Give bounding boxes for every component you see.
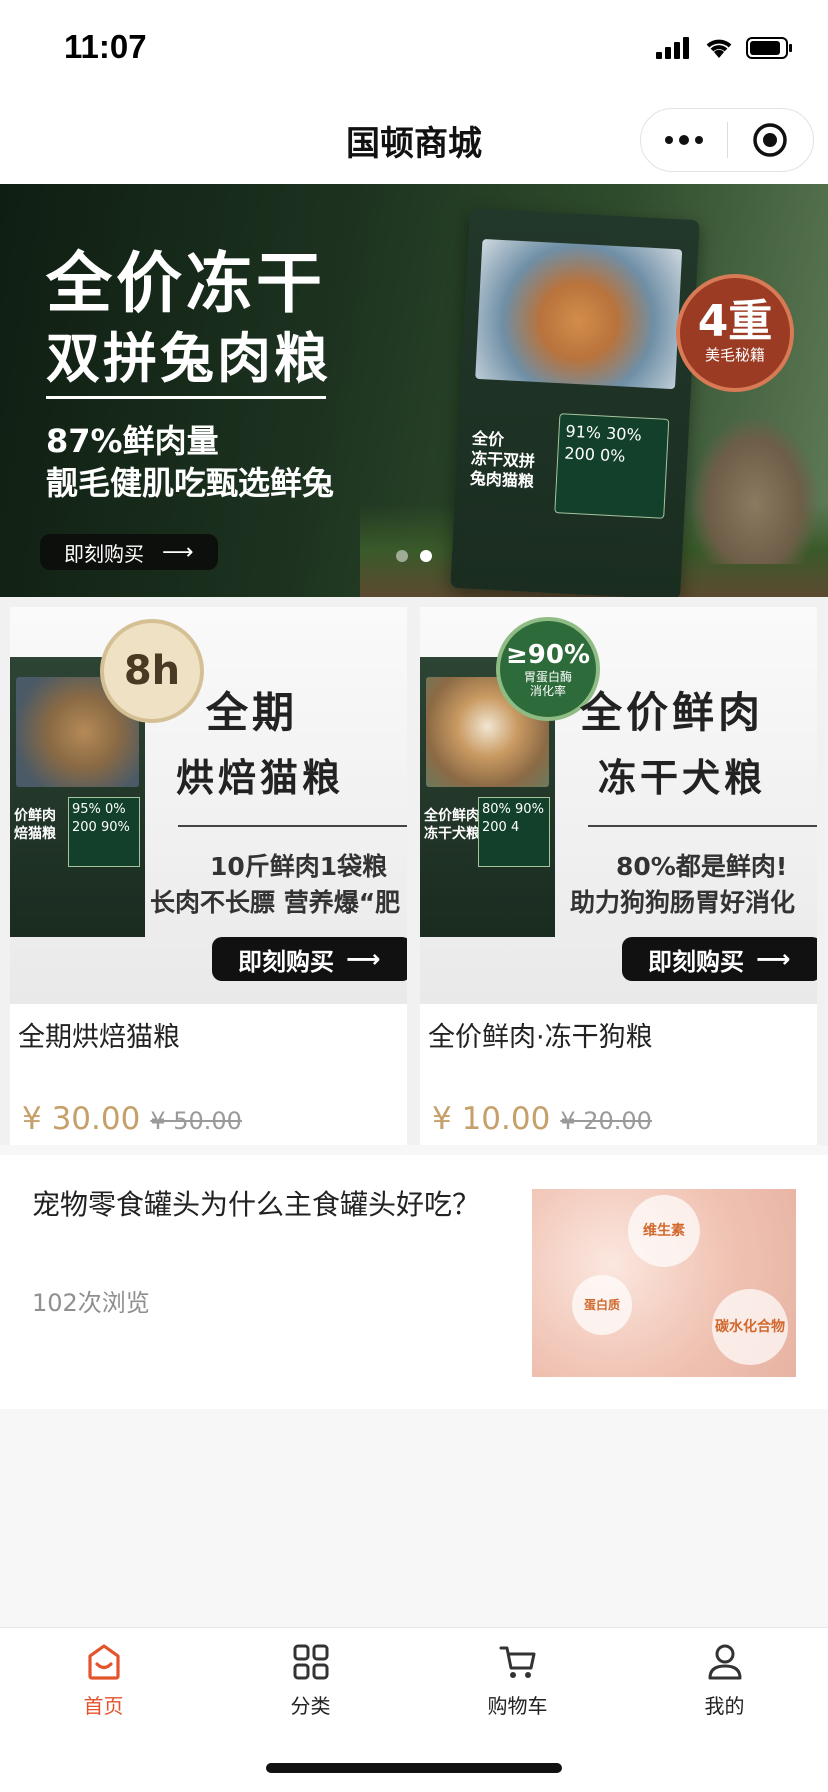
nutrient-tag: 碳水化合物 [712, 1289, 788, 1365]
badge-text: 8h [123, 648, 181, 694]
signal-icon [656, 37, 689, 59]
image-heading: 全期 [206, 688, 299, 737]
tab-category[interactable]: 分类 [207, 1642, 414, 1719]
tab-profile[interactable]: 我的 [621, 1642, 828, 1719]
product-price: ¥ 10.00 [432, 1101, 551, 1137]
card-buy-label: 即刻购买 [648, 947, 744, 976]
banner-headline: 全价冻干 [46, 245, 326, 322]
product-image: 价鲜肉 焙猫粮 95% 0% 200 90% 8h 全期 烘焙猫粮 10斤鲜肉1… [10, 607, 407, 1004]
carousel-dots [396, 550, 432, 562]
banner-divider [46, 396, 326, 399]
battery-icon [746, 37, 792, 59]
original-price: ¥ 20.00 [560, 1107, 652, 1135]
bag-nutrition: 95% 0% 200 90% [68, 797, 140, 867]
article-title: 宠物零食罐头为什么主食罐头好吃？ [32, 1188, 481, 1221]
image-divider [588, 825, 817, 827]
article-item[interactable]: 宠物零食罐头为什么主食罐头好吃？ 102次浏览 维生素 蛋白质 碳水化合物 [0, 1155, 828, 1409]
arrow-right-icon: ⟶ [162, 539, 194, 565]
carousel-dot [396, 550, 408, 562]
product-card[interactable]: 价鲜肉 焙猫粮 95% 0% 200 90% 8h 全期 烘焙猫粮 10斤鲜肉1… [10, 607, 407, 1145]
banner-buy-label: 即刻购买 [64, 541, 144, 566]
bag-nutrition: 80% 90% 200 4 [478, 797, 550, 867]
product-price: ¥ 30.00 [22, 1101, 141, 1137]
article-thumbnail: 维生素 蛋白质 碳水化合物 [532, 1189, 796, 1377]
seal-number: 4重 [697, 296, 773, 347]
status-time: 11:07 [64, 28, 147, 65]
status-icons [656, 36, 794, 60]
bag-label: 全价鲜肉 冻干犬粮 [424, 808, 480, 842]
tab-home[interactable]: 首页 [0, 1642, 207, 1719]
image-tagline: 80%都是鲜肉! [616, 852, 788, 881]
product-name: 全期烘焙猫粮 [18, 1022, 180, 1053]
rabbit-image [690, 414, 820, 564]
promo-banner[interactable]: 全价冻干 双拼兔肉粮 87%鲜肉量 靓毛健肌吃甄选鲜兔 即刻购买 ⟶ 全价 冻干… [0, 184, 828, 597]
cat-photo [475, 238, 683, 390]
image-subheading: 烘焙猫粮 [176, 756, 345, 800]
mini-program-capsule [640, 108, 814, 172]
card-buy-button[interactable]: 即刻购买 ⟶ [622, 937, 817, 981]
feature-seal: 4重 美毛秘籍 [676, 274, 794, 392]
close-miniapp-button[interactable] [728, 109, 814, 171]
image-heading: 全价鲜肉 [580, 688, 765, 737]
image-tagline-2: 助力狗狗肠胃好消化 [570, 888, 796, 917]
image-tagline: 10斤鲜肉1袋粮 [210, 852, 388, 881]
nav-bar: 国顿商城 [0, 96, 828, 184]
bag-label: 价鲜肉 焙猫粮 [14, 808, 56, 842]
image-subheading: 冻干犬粮 [598, 756, 767, 800]
target-icon [753, 123, 787, 157]
price-row: ¥ 30.00 ¥ 50.00 [22, 1101, 242, 1137]
user-icon [708, 1644, 741, 1680]
tab-label: 首页 [83, 1694, 124, 1718]
product-name: 全价鲜肉·冻干狗粮 [428, 1022, 653, 1053]
badge-caption: 胃蛋白酶 消化率 [523, 670, 572, 698]
grid-icon [293, 1644, 328, 1680]
arrow-right-icon: ⟶ [346, 945, 381, 973]
card-buy-button[interactable]: 即刻购买 ⟶ [212, 937, 407, 981]
tab-label: 我的 [704, 1694, 745, 1718]
cart-icon [499, 1646, 535, 1678]
price-row: ¥ 10.00 ¥ 20.00 [432, 1101, 652, 1137]
bag-nutrition: 91% 30% 200 0% [554, 413, 670, 519]
time-badge: 8h [100, 619, 204, 723]
arrow-right-icon: ⟶ [756, 945, 791, 973]
product-grid: 价鲜肉 焙猫粮 95% 0% 200 90% 8h 全期 烘焙猫粮 10斤鲜肉1… [0, 597, 828, 1145]
nutrient-tag: 蛋白质 [572, 1275, 632, 1335]
banner-buy-button[interactable]: 即刻购买 ⟶ [40, 534, 218, 570]
product-card[interactable]: 全价鲜肉 冻干犬粮 80% 90% 200 4 ≥90% 胃蛋白酶 消化率 全价… [420, 607, 817, 1145]
status-bar: 11:07 [0, 0, 828, 96]
image-divider [178, 825, 407, 827]
bag-label: 全价 冻干双拼 兔肉猫粮 [469, 428, 536, 491]
carousel-dot-active [420, 550, 432, 562]
home-icon [87, 1644, 120, 1680]
product-bag-image: 全价 冻干双拼 兔肉猫粮 91% 30% 200 0% [450, 208, 700, 597]
banner-subheadline: 双拼兔肉粮 [46, 327, 331, 390]
tab-cart[interactable]: 购物车 [414, 1642, 621, 1719]
banner-stat: 87%鲜肉量 [46, 422, 219, 460]
seal-caption: 美毛秘籍 [704, 346, 765, 364]
home-indicator [266, 1763, 562, 1773]
tab-label: 分类 [290, 1694, 331, 1718]
nutrient-tag: 维生素 [628, 1195, 700, 1267]
original-price: ¥ 50.00 [150, 1107, 242, 1135]
image-tagline-2: 长肉不长膘 营养爆“肥 [150, 888, 401, 917]
product-image: 全价鲜肉 冻干犬粮 80% 90% 200 4 ≥90% 胃蛋白酶 消化率 全价… [420, 607, 817, 1004]
tab-label: 购物车 [487, 1694, 548, 1718]
wifi-icon [706, 39, 732, 58]
more-dots-icon [664, 135, 703, 145]
badge-text: ≥90% [505, 640, 591, 670]
article-views: 102次浏览 [32, 1289, 150, 1317]
card-buy-label: 即刻购买 [238, 947, 334, 976]
banner-description: 靓毛健肌吃甄选鲜兔 [46, 464, 335, 502]
more-button[interactable] [641, 109, 727, 171]
